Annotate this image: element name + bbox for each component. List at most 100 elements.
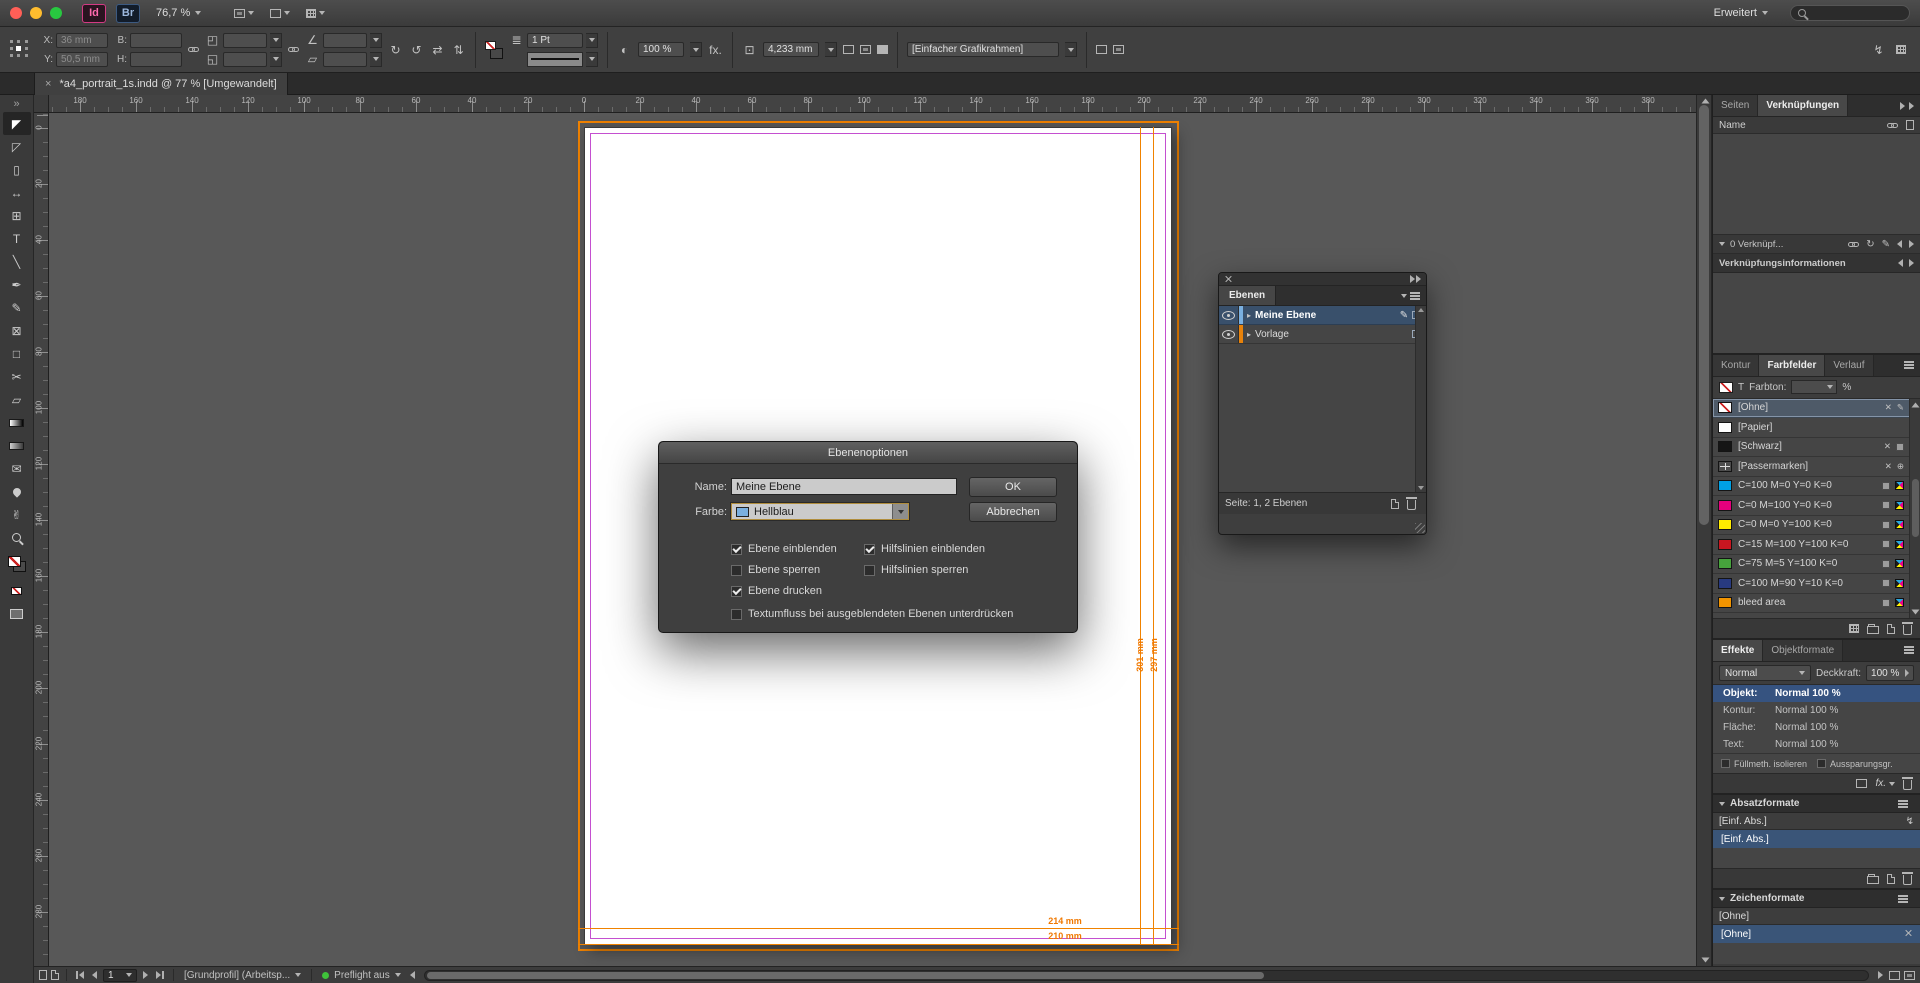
minimize-window-button[interactable] [30,7,42,19]
preflight-profile-menu[interactable]: [Grundprofil] (Arbeitsp... [181,970,304,981]
flip-horizontal-button[interactable]: ⇄ [430,43,445,57]
knockout-group-checkbox[interactable]: Aussparungsgr. [1817,759,1893,769]
fill-stroke-proxy[interactable] [3,549,31,579]
abbrechen-button[interactable]: Abbrechen [969,502,1057,522]
visibility-eye-icon[interactable] [1219,325,1239,343]
wrap-bounding-box-icon[interactable] [1113,45,1124,54]
new-layer-icon[interactable] [1391,499,1399,509]
spread-view-icon[interactable] [1904,971,1915,980]
stroke-weight-dropdown[interactable] [586,33,598,48]
zoom-window-button[interactable] [50,7,62,19]
relink-icon[interactable] [1848,242,1859,247]
zoom-level-select[interactable]: 76,7 % [150,5,207,21]
page-tool[interactable]: ▯ [3,158,31,181]
fitting-fill-icon[interactable] [843,45,854,54]
free-transform-tool[interactable]: ▱ [3,388,31,411]
layer-row[interactable]: ▸ Vorlage ✎ [1219,325,1426,344]
ok-button[interactable]: OK [969,477,1057,497]
delete-effect-icon[interactable] [1903,780,1912,790]
object-style-dropdown[interactable] [1065,42,1077,57]
swatch-row[interactable]: C=0 M=0 Y=100 K=0 [1713,516,1920,536]
pages-view-icon[interactable] [1889,971,1900,980]
paragraph-style-row[interactable]: [Einf. Abs.] [1713,830,1920,848]
ruler-origin-box[interactable] [34,95,49,113]
pencil-tool[interactable]: ✎ [3,296,31,319]
tab-ebenen[interactable]: Ebenen [1219,286,1276,305]
rotate-cw-button[interactable]: ↻ [388,43,403,57]
vertical-scroll-thumb[interactable] [1699,105,1709,525]
workspace-switcher[interactable]: Erweitert [1708,5,1774,21]
effects-target-row[interactable]: Text: Normal 100 % [1713,736,1920,753]
scroll-down-button[interactable] [1697,954,1713,966]
direct-selection-tool[interactable]: ◸ [3,135,31,158]
tab-verlauf[interactable]: Verlauf [1825,355,1873,376]
wrap-none-icon[interactable] [1096,45,1107,54]
constrain-scale-icon[interactable] [288,47,299,52]
resize-grip[interactable] [1415,523,1425,533]
rotate-ccw-button[interactable]: ↺ [409,43,424,57]
scissors-tool[interactable]: ✂ [3,365,31,388]
height-input[interactable] [130,52,182,67]
scale-y-dropdown[interactable] [270,52,282,67]
tab-objektformate[interactable]: Objektformate [1763,640,1843,661]
disclosure-triangle-icon[interactable]: ▸ [1243,330,1255,339]
opacity-input[interactable]: 100 % [638,42,684,57]
stroke-weight-select[interactable]: 1 Pt [527,33,583,48]
horizontal-scrollbar[interactable] [424,970,1869,981]
new-style-group-icon[interactable] [1867,876,1879,884]
scale-x-dropdown[interactable] [270,33,282,48]
edit-original-icon[interactable]: ✎ [1882,239,1890,250]
quick-apply-icon[interactable]: ↯ [1906,816,1914,827]
tab-seiten[interactable]: Seiten [1713,95,1758,116]
view-options-button[interactable] [231,7,257,20]
panel-menu-icon[interactable] [1892,800,1914,808]
current-character-style[interactable]: [Ohne] [1713,908,1920,925]
text-fill-icon[interactable]: T [1738,382,1744,393]
fill-proxy-icon[interactable] [1719,382,1733,393]
swatch-row[interactable]: C=100 M=90 Y=10 K=0 [1713,574,1920,594]
apply-none-button[interactable] [3,579,31,602]
checkbox-textumfluss[interactable]: Textumfluss bei ausgeblendeten Ebenen un… [731,608,1013,620]
layer-name-input[interactable]: Meine Ebene [731,478,957,495]
isolate-blending-checkbox[interactable]: Füllmeth. isolieren [1721,759,1807,769]
tab-verknuepfungen[interactable]: Verknüpfungen [1758,95,1848,116]
scroll-left-button[interactable] [408,971,417,979]
fitting-center-icon[interactable] [877,45,888,54]
scroll-right-button[interactable] [1876,971,1885,979]
hand-tool[interactable]: ✌ [3,503,31,526]
pen-tool[interactable]: ✒ [3,273,31,296]
scroll-thumb[interactable] [1912,479,1919,537]
quick-apply-button[interactable]: ↯ [1871,43,1886,57]
links-filter-icon[interactable] [1719,242,1725,246]
rotation-angle-input[interactable] [323,33,367,48]
swatch-row[interactable]: C=15 M=100 Y=100 K=0 [1713,535,1920,555]
eyedropper-tool[interactable] [3,480,31,503]
screen-mode-button[interactable] [267,7,293,20]
zoom-tool[interactable] [3,526,31,549]
visibility-eye-icon[interactable] [1219,306,1239,324]
content-collector-tool[interactable]: ⊞ [3,204,31,227]
panel-menu-icon[interactable] [1898,355,1920,376]
expand-panels-icon[interactable]: » [3,96,31,112]
next-info-icon[interactable] [1909,259,1914,267]
close-panel-icon[interactable] [1224,275,1232,283]
status-export-icon[interactable] [51,970,59,980]
document-tab[interactable]: × *a4_portrait_1s.indd @ 77 % [Umgewande… [34,73,288,95]
scroll-down-icon[interactable] [1418,486,1424,490]
color-dropdown-button[interactable] [892,504,908,519]
swatch-row[interactable]: [Schwarz] ✕ [1713,438,1920,458]
links-list[interactable] [1713,134,1920,235]
preflight-status-menu[interactable]: Preflight aus [319,970,404,981]
links-column-name[interactable]: Name [1719,120,1746,131]
gap-tool[interactable]: ↔ [3,181,31,204]
selection-tool[interactable]: ◤ [3,112,31,135]
dialog-title-bar[interactable]: Ebenenoptionen [659,442,1077,464]
stroke-type-dropdown[interactable] [586,52,598,67]
checkbox-ebene-einblenden[interactable]: Ebene einblenden [731,543,837,555]
object-style-select[interactable]: [Einfacher Grafikrahmen] [907,42,1059,57]
close-window-button[interactable] [10,7,22,19]
screen-mode-button[interactable] [3,602,31,625]
character-styles-header[interactable]: Zeichenformate [1730,893,1804,904]
rectangle-tool[interactable]: □ [3,342,31,365]
gradient-feather-tool[interactable] [3,434,31,457]
